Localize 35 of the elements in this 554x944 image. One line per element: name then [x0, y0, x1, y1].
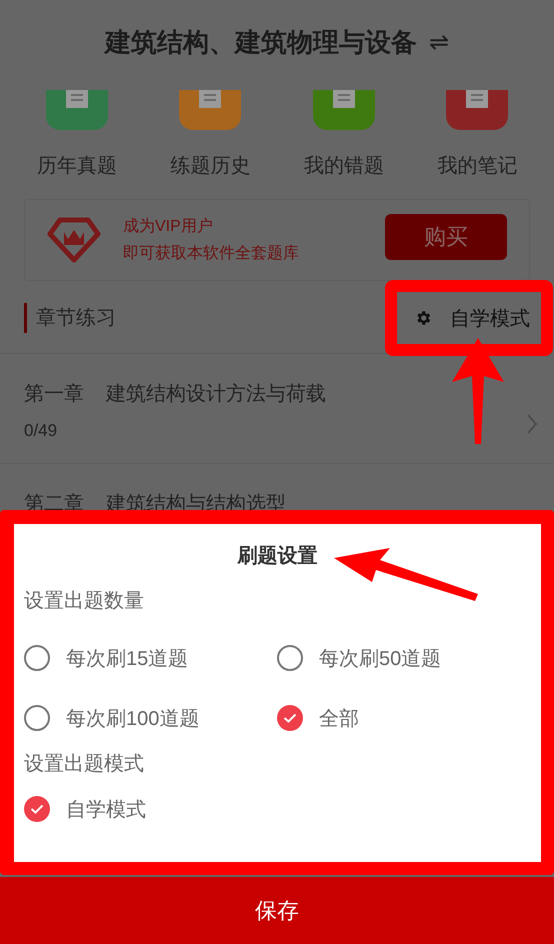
vip-description: 即可获取本软件全套题库 — [123, 244, 300, 264]
document-icon[interactable] — [446, 90, 508, 130]
switch-icon[interactable]: ⇌ — [428, 28, 450, 56]
section-title: 章节练习 — [24, 303, 116, 333]
chapter-number[interactable]: 第一章 — [24, 380, 84, 407]
document-icon[interactable] — [179, 90, 242, 130]
check-icon — [283, 713, 297, 723]
radio-button[interactable] — [24, 796, 50, 822]
page-title: 建筑结构、建筑物理与设备 — [104, 26, 417, 58]
radio-button[interactable] — [277, 705, 303, 731]
radio-button[interactable] — [24, 645, 50, 671]
shortcut-label[interactable]: 练题历史 — [170, 152, 250, 179]
check-icon — [30, 804, 44, 814]
save-button[interactable]: 保存 — [0, 877, 554, 944]
group-label: 设置出题模式 — [24, 752, 145, 777]
group-label: 设置出题数量 — [24, 589, 145, 614]
shortcut-label[interactable]: 我的笔记 — [437, 152, 518, 179]
document-icon[interactable] — [46, 90, 108, 130]
shortcut-label[interactable]: 历年真题 — [36, 152, 117, 179]
buy-button[interactable]: 购买 — [385, 214, 507, 260]
option-label[interactable]: 每次刷100道题 — [66, 704, 200, 732]
option-label[interactable]: 每次刷15道题 — [66, 644, 188, 672]
shortcut-label[interactable]: 我的错题 — [304, 152, 384, 179]
option-label[interactable]: 全部 — [319, 704, 359, 732]
document-icon[interactable] — [312, 90, 375, 130]
dialog-title: 刷题设置 — [236, 544, 318, 569]
question-count: 0/49 — [24, 421, 58, 441]
option-label[interactable]: 每次刷50道题 — [319, 644, 442, 672]
option-label[interactable]: 自学模式 — [66, 796, 146, 822]
radio-button[interactable] — [277, 645, 303, 671]
radio-button[interactable] — [24, 705, 50, 731]
mode-link[interactable]: 自学模式 — [450, 304, 530, 332]
vip-title: 成为VIP用户 — [123, 216, 214, 237]
chapter-title[interactable]: 建筑结构设计方法与荷载 — [106, 380, 326, 407]
crown-icon — [47, 217, 101, 263]
